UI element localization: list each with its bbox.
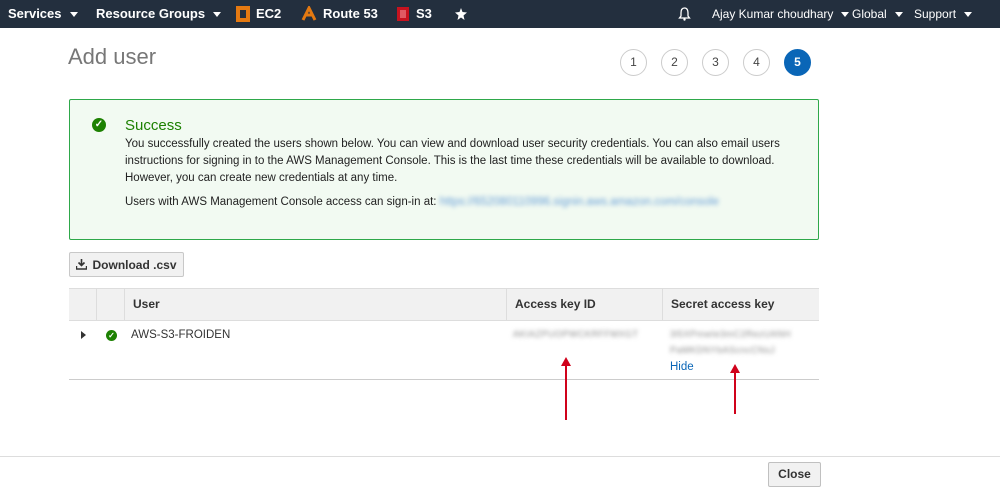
footer-divider <box>0 456 1000 457</box>
header-user[interactable]: User <box>124 289 506 320</box>
close-button[interactable]: Close <box>768 462 821 487</box>
support-menu[interactable]: Support <box>914 0 973 28</box>
download-icon <box>76 259 88 270</box>
support-label: Support <box>914 7 957 21</box>
annotation-arrow-up <box>730 364 740 414</box>
chevron-down-icon <box>841 11 850 17</box>
table-header: User Access key ID Secret access key <box>69 288 819 321</box>
step-5[interactable]: 5 <box>784 49 811 76</box>
check-circle-icon: ✓ <box>92 118 106 132</box>
signin-url-link[interactable]: https://652080110996.signin.aws.amazon.c… <box>440 196 719 208</box>
user-name: AWS-S3-FROIDEN <box>131 329 231 341</box>
step-2[interactable]: 2 <box>661 49 688 76</box>
chevron-down-icon <box>894 11 903 17</box>
access-key-id: AKIAZPUOPWCKRFFMXGT <box>513 329 639 339</box>
users-table: User Access key ID Secret access key ✓ A… <box>69 288 819 380</box>
step-1[interactable]: 1 <box>620 49 647 76</box>
ec2-icon <box>236 6 250 22</box>
s3-icon <box>397 7 409 21</box>
secret-key-line-1: 3l5XPmwIe3mC2RezUANH <box>670 329 792 339</box>
account-label: Ajay Kumar choudhary <box>712 7 834 21</box>
header-access-key-id[interactable]: Access key ID <box>506 289 662 320</box>
resource-groups-menu[interactable]: Resource Groups <box>96 0 222 28</box>
chevron-down-icon <box>69 11 78 17</box>
pin-button[interactable] <box>455 0 467 28</box>
region-menu[interactable]: Global <box>852 0 903 28</box>
success-alert: ✓ Success You successfully created the u… <box>69 99 819 240</box>
signin-info: Users with AWS Management Console access… <box>125 196 719 208</box>
chevron-down-icon <box>964 11 973 17</box>
ec2-label: EC2 <box>256 6 282 21</box>
annotation-arrow-up <box>561 357 571 420</box>
chevron-down-icon <box>213 11 222 17</box>
hide-secret-link[interactable]: Hide <box>670 361 694 373</box>
services-menu[interactable]: Services <box>8 0 78 28</box>
success-title: Success <box>125 117 182 134</box>
route53-shortcut[interactable]: Route 53 <box>301 0 378 28</box>
download-csv-button[interactable]: Download .csv <box>69 252 184 277</box>
expand-row-icon[interactable] <box>81 331 86 339</box>
s3-shortcut[interactable]: S3 <box>396 0 432 28</box>
s3-label: S3 <box>416 6 432 21</box>
table-row: ✓ AWS-S3-FROIDEN AKIAZPUOPWCKRFFMXGT 3l5… <box>69 321 819 380</box>
services-label: Services <box>8 6 62 21</box>
signin-label: Users with AWS Management Console access… <box>125 196 437 208</box>
route53-icon <box>301 6 317 21</box>
route53-label: Route 53 <box>323 6 378 21</box>
download-csv-label: Download .csv <box>92 257 177 272</box>
header-secret-access-key[interactable]: Secret access key <box>662 289 818 320</box>
pin-icon <box>455 7 467 20</box>
resource-groups-label: Resource Groups <box>96 6 206 21</box>
step-3[interactable]: 3 <box>702 49 729 76</box>
bell-icon <box>678 7 691 21</box>
notifications-button[interactable] <box>678 0 691 28</box>
header-select-col <box>96 289 124 320</box>
step-4[interactable]: 4 <box>743 49 770 76</box>
ec2-shortcut[interactable]: EC2 <box>236 0 281 28</box>
account-menu[interactable]: Ajay Kumar choudhary <box>712 0 850 28</box>
success-message: You successfully created the users shown… <box>125 138 780 184</box>
region-label: Global <box>852 7 887 21</box>
secret-key-line-2: PaMKDNYbAScncCNsJ <box>670 345 776 355</box>
top-nav: Services Resource Groups EC2 Route 53 S3… <box>0 0 1000 28</box>
page-title: Add user <box>68 44 157 69</box>
check-circle-icon: ✓ <box>106 330 117 341</box>
